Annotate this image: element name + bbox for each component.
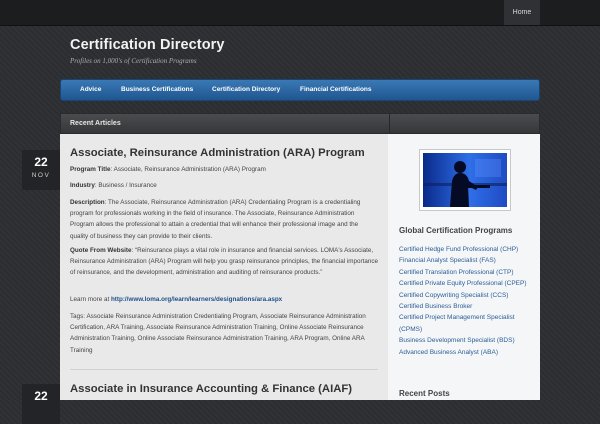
section-header-bar: Recent Articles: [60, 113, 540, 134]
sidebar-certifications-list: Certified Hedge Fund Professional (CHP) …: [399, 244, 537, 358]
post-date-day: 22: [34, 389, 48, 403]
top-bar: Home: [0, 0, 600, 26]
sidebar-certification-link[interactable]: Certified Project Management Specialist …: [399, 312, 537, 335]
sidebar-featured-image[interactable]: [419, 149, 511, 211]
sidebar-recent-posts-title: Recent Posts: [399, 389, 450, 398]
sidebar-certifications-title: Global Certification Programs: [399, 226, 513, 235]
site-title[interactable]: Certification Directory: [70, 37, 225, 53]
sidebar-certification-link[interactable]: Financial Analyst Specialist (FAS): [399, 255, 537, 266]
post-description: Description: The Associate, Reinsurance …: [70, 199, 361, 240]
sidebar-certification-link[interactable]: Certified Hedge Fund Professional (CHP): [399, 244, 537, 255]
post-title[interactable]: Associate, Reinsurance Administration (A…: [70, 147, 365, 159]
site-tagline: Profiles on 1,000's of Certification Pro…: [70, 57, 197, 65]
sidebar-certification-link[interactable]: Certified Copywriting Specialist (CCS): [399, 290, 537, 301]
sidebar-certification-link[interactable]: Certified Translation Professional (CTP): [399, 267, 537, 278]
section-title: Recent Articles: [70, 120, 121, 127]
post-tags[interactable]: Tags: Associate Reinsurance Administrati…: [70, 311, 378, 356]
post-date-month: NOV: [31, 172, 51, 179]
post-program-title: Program Title: Associate, Reinsurance Ad…: [70, 166, 266, 173]
post-separator: [70, 369, 378, 370]
nav-item-certification-directory[interactable]: Certification Directory: [212, 80, 280, 100]
learn-more-link[interactable]: http://www.loma.org/learn/learners/desig…: [111, 296, 282, 303]
person-silhouette-icon: [423, 159, 507, 207]
post-date-day: 22: [34, 155, 48, 169]
home-link[interactable]: Home: [504, 0, 540, 25]
post-industry: Industry: Business / Insurance: [70, 182, 157, 189]
post-learn-more: Learn more at http://www.loma.org/learn/…: [70, 296, 283, 303]
post-quote: Quote From Website: “Reinsurance plays a…: [70, 247, 378, 277]
main-navigation: Advice Business Certifications Certifica…: [60, 79, 540, 101]
sidebar-certification-link[interactable]: Certified Private Equity Professional (C…: [399, 278, 537, 289]
nav-item-business-certifications[interactable]: Business Certifications: [121, 80, 193, 100]
sidebar-certification-link[interactable]: Advanced Business Analyst (ABA): [399, 347, 537, 358]
nav-item-advice[interactable]: Advice: [80, 80, 101, 100]
sidebar-certification-link[interactable]: Certified Business Broker: [399, 301, 537, 312]
post-title[interactable]: Associate in Insurance Accounting & Fina…: [70, 383, 352, 395]
sidebar-certification-link[interactable]: Business Development Specialist (BDS): [399, 335, 537, 346]
post-date-badge: 22 NOV: [22, 150, 60, 190]
post-date-badge: 22: [22, 384, 60, 424]
nav-item-financial-certifications[interactable]: Financial Certifications: [300, 80, 372, 100]
